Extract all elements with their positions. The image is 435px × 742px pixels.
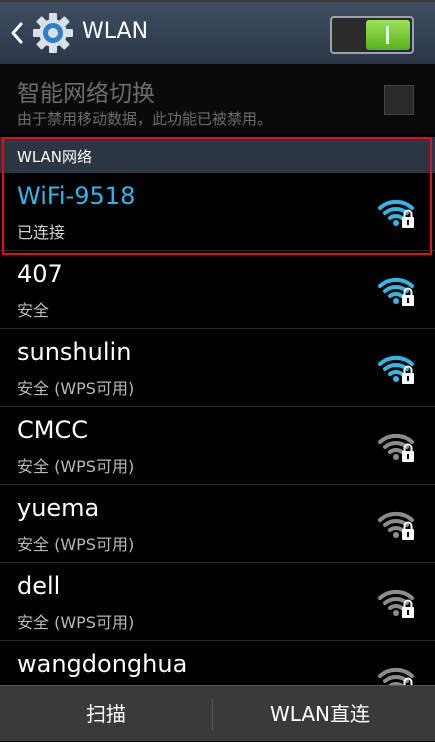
smart-switch-subtitle: 由于禁用移动数据，此功能已被禁用。 xyxy=(17,110,273,128)
wlan-toggle[interactable] xyxy=(330,16,414,54)
bottom-divider xyxy=(212,698,213,730)
network-row-sunshulin[interactable]: sunshulin 安全 (WPS可用) xyxy=(0,329,435,407)
action-bar: WLAN xyxy=(0,2,435,64)
network-name: yuema xyxy=(17,494,100,522)
network-row-yuema[interactable]: yuema 安全 (WPS可用) xyxy=(0,485,435,563)
toggle-knob xyxy=(366,20,410,50)
smart-network-switch-row: 智能网络切换 由于禁用移动数据，此功能已被禁用。 xyxy=(0,64,435,134)
page-title: WLAN xyxy=(82,19,149,44)
wifi-secured-icon xyxy=(378,199,414,228)
network-name: CMCC xyxy=(17,416,88,444)
wifi-secured-icon xyxy=(378,355,414,384)
network-name: WiFi-9518 xyxy=(17,182,136,210)
back-icon[interactable] xyxy=(10,22,24,44)
wifi-secured-icon xyxy=(378,433,414,462)
network-row-407[interactable]: 407 安全 xyxy=(0,251,435,329)
network-status: 已连接 xyxy=(17,223,66,242)
wifi-secured-icon xyxy=(378,589,414,618)
smart-switch-title: 智能网络切换 xyxy=(17,81,155,107)
network-status: 安全 (WPS可用) xyxy=(17,535,135,554)
wifi-secured-icon xyxy=(378,511,414,540)
network-status: 安全 xyxy=(17,301,50,320)
section-label: WLAN网络 xyxy=(17,148,93,166)
network-row-cmcc[interactable]: CMCC 安全 (WPS可用) xyxy=(0,407,435,485)
network-status: 安全 (WPS可用) xyxy=(17,613,135,632)
wifi-secured-icon xyxy=(378,277,414,306)
network-status: 安全 (WPS可用) xyxy=(17,457,135,476)
network-name: sunshulin xyxy=(17,338,132,366)
wlan-direct-button[interactable]: WLAN直连 xyxy=(214,686,426,742)
network-name: dell xyxy=(17,572,61,600)
wlan-networks-section-header: WLAN网络 xyxy=(0,137,435,173)
scan-button[interactable]: 扫描 xyxy=(0,686,212,742)
network-name: wangdonghua xyxy=(17,650,188,678)
network-row-wifi-9518[interactable]: WiFi-9518 已连接 xyxy=(0,173,435,251)
smart-switch-checkbox xyxy=(384,85,414,115)
gear-icon[interactable] xyxy=(32,12,74,54)
network-row-dell[interactable]: dell 安全 (WPS可用) xyxy=(0,563,435,641)
network-status: 安全 (WPS可用) xyxy=(17,379,135,398)
network-name: 407 xyxy=(17,260,63,288)
bottom-action-bar: 扫描 WLAN直连 xyxy=(0,685,435,741)
